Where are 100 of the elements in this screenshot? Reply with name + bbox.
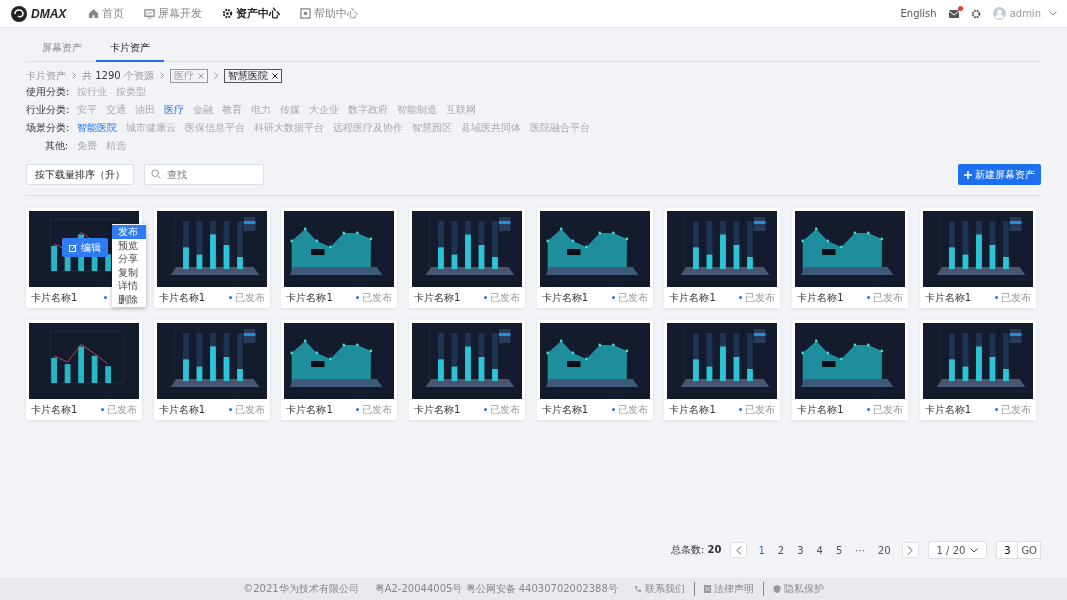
status-dot bbox=[356, 296, 360, 299]
page-number[interactable]: 4 bbox=[814, 544, 825, 556]
page-number[interactable]: 5 bbox=[833, 544, 845, 556]
status-dot bbox=[104, 296, 107, 299]
chevron-right-icon bbox=[159, 72, 164, 79]
card-name: 卡片名称1 bbox=[669, 290, 716, 305]
status-label: 已发布 bbox=[490, 290, 521, 305]
filter-label: 使用分类: bbox=[26, 85, 68, 99]
card-name: 卡片名称1 bbox=[31, 290, 78, 305]
plus-icon bbox=[964, 170, 972, 179]
asset-card[interactable]: 卡片名称1 已发布 bbox=[792, 320, 909, 420]
status-dot bbox=[356, 408, 360, 411]
nav-item[interactable]: 帮助中心 bbox=[314, 6, 358, 21]
nav-item[interactable]: 首页 bbox=[102, 6, 124, 21]
filter-tag[interactable]: 智慧医院 bbox=[223, 68, 282, 83]
page-number[interactable]: 1 bbox=[756, 544, 767, 556]
status-label: 已发布 bbox=[234, 290, 265, 305]
status-dot bbox=[611, 296, 615, 299]
go-button[interactable]: GO bbox=[1018, 541, 1041, 559]
card-name: 卡片名称1 bbox=[924, 402, 972, 417]
filter-option[interactable]: 智能医院 bbox=[77, 121, 117, 135]
breadcrumb-root[interactable]: 卡片资产 bbox=[26, 68, 66, 83]
filter-option[interactable]: 医疗 bbox=[164, 103, 184, 117]
filter-tag[interactable]: 医疗 bbox=[169, 68, 208, 83]
sort-select[interactable]: 按下载量排序（升） bbox=[26, 164, 134, 185]
chart-monitor-icon bbox=[144, 8, 155, 19]
status-dot bbox=[228, 408, 232, 411]
document-icon bbox=[703, 585, 711, 593]
create-button[interactable]: 新建屏幕资产 bbox=[958, 164, 1041, 185]
page-number[interactable]: 2 bbox=[775, 544, 787, 556]
card-name: 卡片名称1 bbox=[924, 290, 972, 305]
asset-card[interactable]: 卡片名称1 已发布 bbox=[26, 320, 142, 420]
total-count: 总条数: 20 bbox=[670, 543, 722, 557]
status-label: 已发布 bbox=[873, 402, 904, 417]
card-name: 卡片名称1 bbox=[797, 290, 844, 305]
status-dot bbox=[739, 408, 743, 411]
asset-card[interactable]: 卡片名称1 已发布 bbox=[153, 320, 270, 420]
footer-link[interactable]: 隐私保护 bbox=[783, 582, 824, 596]
language-link[interactable]: English bbox=[900, 8, 937, 19]
status-label: 已发布 bbox=[745, 290, 776, 305]
asset-card[interactable]: 卡片名称1 已发布 bbox=[919, 208, 1036, 308]
asset-card[interactable]: 卡片名称1 已发布 bbox=[536, 320, 653, 420]
status-label: 已发布 bbox=[490, 402, 521, 417]
filter-label: 其他: bbox=[43, 139, 68, 153]
card-name: 卡片名称1 bbox=[414, 290, 461, 305]
status-label: 已发布 bbox=[234, 402, 265, 417]
chevron-right-icon bbox=[907, 545, 914, 555]
next-page-button[interactable] bbox=[901, 542, 919, 558]
status-label: 已发布 bbox=[362, 402, 393, 417]
jump-page-field[interactable]: 3 bbox=[996, 541, 1019, 559]
edit-button[interactable]: 编辑 bbox=[62, 238, 108, 257]
asset-card[interactable]: 卡片名称1 已发布 bbox=[664, 208, 781, 308]
status-dot bbox=[228, 296, 232, 299]
tab[interactable]: 屏幕资产 bbox=[28, 41, 96, 62]
nav-item[interactable]: 屏幕开发 bbox=[158, 6, 202, 21]
asset-card[interactable]: 卡片名称1 已发布 bbox=[919, 320, 1036, 420]
footer-link[interactable]: 法律声明 bbox=[713, 582, 754, 596]
status-dot bbox=[994, 296, 998, 299]
asset-card[interactable]: 卡片名称1 已发布 bbox=[536, 208, 653, 308]
asset-card[interactable]: 卡片名称1 已发布 bbox=[409, 208, 526, 308]
tab[interactable]: 卡片资产 bbox=[96, 41, 164, 62]
page-number[interactable]: 3 bbox=[795, 544, 806, 556]
help-icon bbox=[300, 8, 311, 19]
asset-card[interactable]: 卡片名称1 已发布 bbox=[409, 320, 526, 420]
user-name[interactable]: admin bbox=[1009, 8, 1041, 19]
card-name: 卡片名称1 bbox=[158, 290, 206, 305]
shield-icon bbox=[772, 585, 781, 593]
asset-card[interactable]: 卡片名称1 已发布 bbox=[281, 208, 398, 308]
status-dot bbox=[994, 408, 998, 411]
status-label: 已发布 bbox=[107, 402, 137, 417]
close-icon[interactable] bbox=[271, 72, 278, 79]
asset-card[interactable]: 卡片名称1 已发布 bbox=[664, 320, 781, 420]
status-label: 已发布 bbox=[1000, 290, 1031, 305]
card-name: 卡片名称1 bbox=[286, 290, 333, 305]
status-dot bbox=[611, 408, 615, 411]
phone-icon bbox=[633, 585, 642, 593]
footer-link[interactable]: 联系我们 bbox=[644, 582, 685, 596]
chevron-down-icon[interactable] bbox=[1049, 11, 1057, 16]
home-icon bbox=[88, 8, 99, 19]
status-label: 已发布 bbox=[873, 290, 904, 305]
chevron-down-icon bbox=[970, 547, 979, 553]
resource-count: 共 1290 个资源 bbox=[82, 68, 154, 83]
page-number[interactable]: 20 bbox=[875, 544, 893, 556]
license-text: 粤A2-20044005号 粤公网安备 44030702002388号 bbox=[374, 582, 618, 596]
search-field[interactable]: 查找 bbox=[144, 164, 264, 185]
card-name: 卡片名称1 bbox=[541, 290, 589, 305]
asset-card[interactable]: 卡片名称1 已发布 bbox=[153, 208, 270, 308]
status-label: 已发布 bbox=[1000, 402, 1031, 417]
prev-page-button[interactable] bbox=[730, 542, 748, 558]
edit-icon bbox=[69, 243, 77, 252]
status-label: 已发布 bbox=[362, 290, 393, 305]
settings-icon[interactable] bbox=[970, 8, 981, 19]
menu-item[interactable]: 发布 bbox=[112, 225, 146, 239]
page-number[interactable]: ··· bbox=[853, 544, 867, 556]
page-size-select[interactable]: 1 / 20 bbox=[927, 541, 988, 559]
asset-card[interactable]: 卡片名称1 已发布 bbox=[281, 320, 398, 420]
nav-item[interactable]: 资产中心 bbox=[236, 6, 280, 21]
logo-icon bbox=[10, 4, 28, 23]
status-label: 已发布 bbox=[745, 402, 776, 417]
asset-card[interactable]: 卡片名称1 已发布 bbox=[792, 208, 909, 308]
